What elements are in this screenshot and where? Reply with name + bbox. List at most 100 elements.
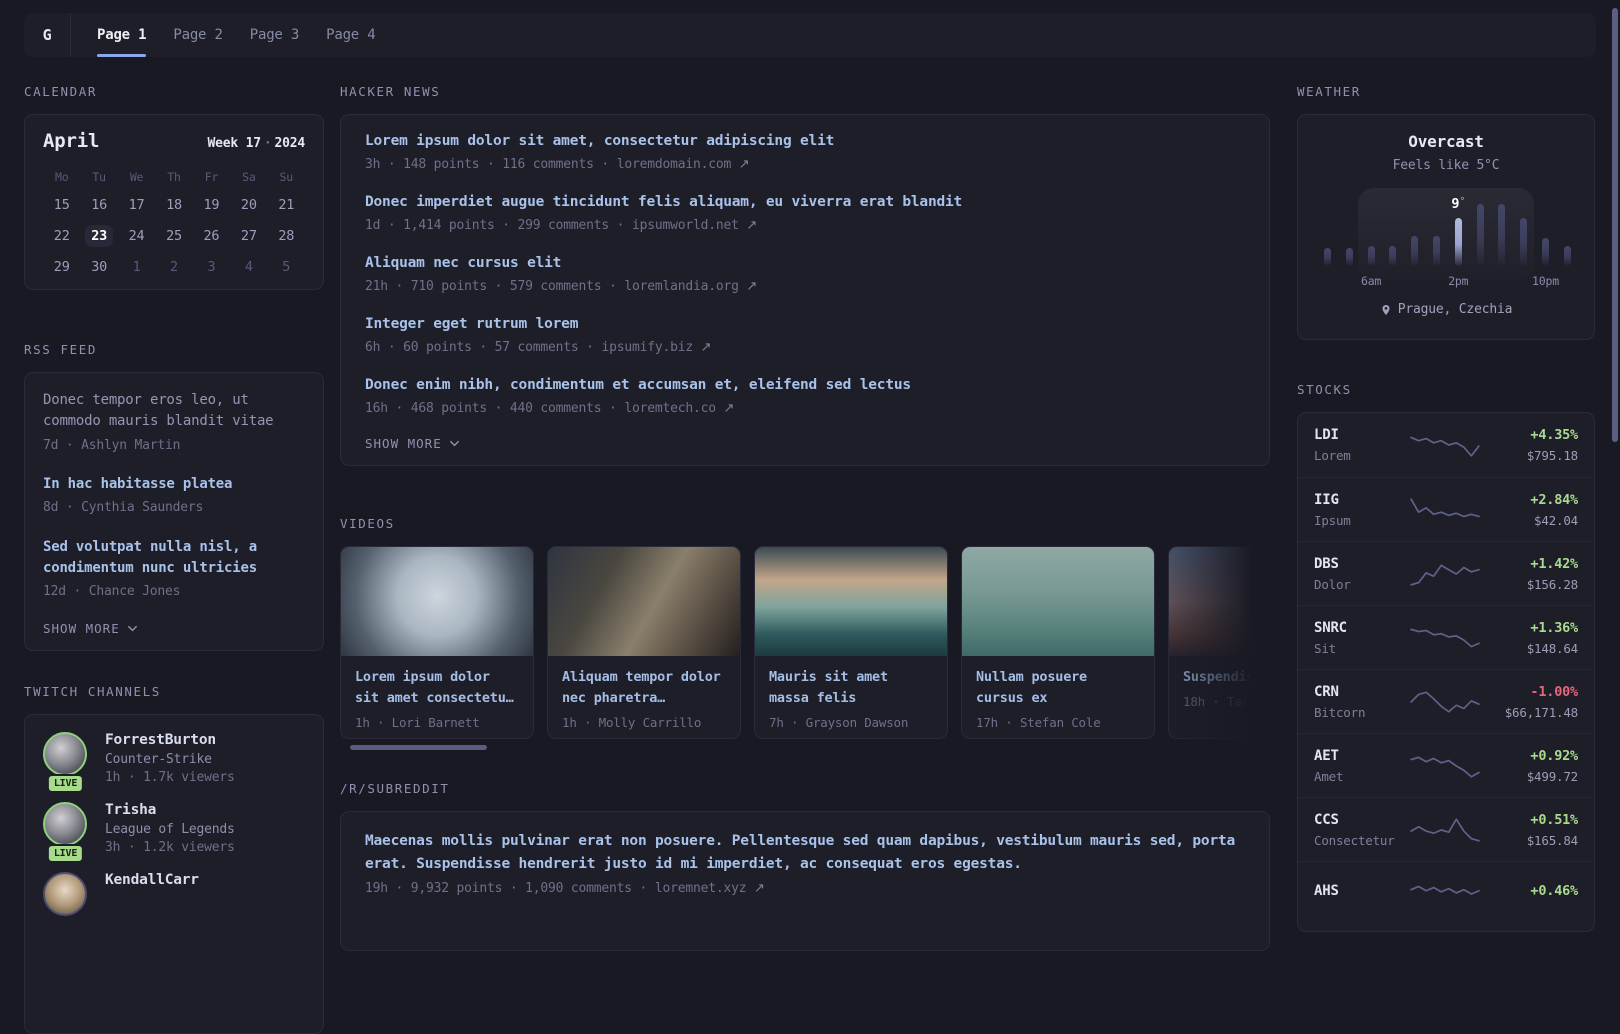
weather-hour-bar <box>1476 204 1484 266</box>
subreddit-widget: Maecenas mollis pulvinar erat non posuer… <box>340 811 1270 952</box>
stock-row: IIG Ipsum +2.84% $42.04 <box>1298 477 1594 541</box>
calendar-day: 26 <box>203 227 220 244</box>
video-thumbnail <box>962 547 1154 657</box>
weather-widget: Overcast Feels like 5°C 9° 6am 2pm 10pm Pra… <box>1297 114 1595 340</box>
video-meta: 1h · Molly Carrillo <box>562 714 702 730</box>
stock-name: Lorem <box>1314 448 1351 463</box>
stock-change: +4.35% <box>1530 427 1578 443</box>
hn-item-domain[interactable]: ipsumify.biz <box>601 340 693 355</box>
channel-name[interactable]: Trisha <box>105 802 235 818</box>
stock-row: CRN Bitcorn -1.00% $66,171.48 <box>1298 669 1594 733</box>
reddit-post-link[interactable]: Maecenas mollis pulvinar erat non posuer… <box>365 830 1245 876</box>
stocks-section-label: STOCKS <box>1297 382 1352 397</box>
hn-item: Aliquam nec cursus elit 21h · 710 points… <box>365 253 1245 294</box>
hn-item-link[interactable]: Donec imperdiet augue tincidunt felis al… <box>365 192 1245 213</box>
daylight-region <box>1358 188 1534 280</box>
calendar-day: 29 <box>53 258 70 275</box>
weather-location: Prague, Czechia <box>1298 302 1594 317</box>
stock-symbol: AET <box>1314 747 1339 764</box>
rss-item-link[interactable]: Donec tempor eros leo, ut commodo mauris… <box>43 390 305 433</box>
video-card[interactable]: Mauris sit amet massa felis 7h · Grayson… <box>754 546 948 740</box>
tab-page-3[interactable]: Page 3 <box>250 13 300 57</box>
hn-item-domain[interactable]: ipsumworld.net <box>632 218 739 233</box>
stock-change: +1.42% <box>1530 555 1578 572</box>
hn-show-more-button[interactable]: SHOW MORE <box>365 436 1245 451</box>
calendar-day: 22 <box>53 227 70 244</box>
stock-symbol: IIG <box>1314 491 1339 508</box>
stock-symbol: CCS <box>1314 811 1339 828</box>
weather-hour-bar <box>1345 248 1353 266</box>
video-card[interactable]: Nullam posuere cursus ex 17h · Stefan Co… <box>961 546 1155 740</box>
stock-price: $156.28 <box>1526 576 1578 592</box>
hn-item-link[interactable]: Aliquam nec cursus elit <box>365 253 1245 274</box>
hn-item-link[interactable]: Lorem ipsum dolor sit amet, consectetur … <box>365 131 1245 152</box>
day-header: Mo <box>54 170 69 184</box>
video-card[interactable]: Suspendisse diam 18h · Tara <box>1168 546 1270 740</box>
twitch-channel-row[interactable]: LIVE ForrestBurton Counter-Strike 1h · 1… <box>43 731 305 793</box>
rss-feed-widget: Donec tempor eros leo, ut commodo mauris… <box>24 372 324 651</box>
channel-avatar <box>43 731 87 776</box>
stock-symbol: SNRC <box>1314 619 1347 636</box>
page-scrollbar[interactable] <box>1612 8 1618 442</box>
stock-name: Sit <box>1314 640 1336 656</box>
video-title: Mauris sit amet massa felis <box>769 669 888 706</box>
external-link-icon: ↗ <box>700 340 712 356</box>
hn-item-meta: 16h · 468 points · 440 comments · loremt… <box>365 401 735 417</box>
calendar-day: 15 <box>53 196 70 213</box>
location-pin-icon <box>1382 304 1390 315</box>
stock-price: $795.18 <box>1526 448 1578 463</box>
stock-row: LDI Lorem +4.35% $795.18 <box>1298 413 1594 477</box>
hn-item-domain[interactable]: loremtech.co <box>624 401 716 416</box>
video-thumbnail <box>755 547 947 657</box>
hn-item-domain[interactable]: loremdomain.com <box>617 157 732 172</box>
stock-symbol: CRN <box>1314 683 1339 700</box>
avatar <box>43 871 91 916</box>
hn-item-domain[interactable]: loremlandia.org <box>624 279 739 294</box>
rss-show-more-button[interactable]: SHOW MORE <box>43 621 305 636</box>
carousel-scrollbar[interactable] <box>350 745 487 751</box>
weather-hour-bar <box>1433 236 1440 266</box>
tab-page-1[interactable]: Page 1 <box>97 13 147 57</box>
calendar-day: 30 <box>91 258 108 275</box>
calendar-day: 25 <box>166 227 182 244</box>
video-title: Nullam posuere cursus ex <box>976 669 1087 706</box>
stock-price: $148.64 <box>1526 640 1578 656</box>
video-card[interactable]: Aliquam tempor dolor nec pharetra… 1h · … <box>547 546 741 740</box>
reddit-post-domain[interactable]: loremnet.xyz <box>655 881 747 896</box>
stock-price: $165.84 <box>1526 832 1578 848</box>
stock-sparkline <box>1410 756 1480 778</box>
channel-name[interactable]: ForrestBurton <box>105 732 235 748</box>
channel-game: League of Legends <box>105 821 235 837</box>
live-badge: LIVE <box>46 843 85 863</box>
channel-name[interactable]: KendallCarr <box>105 872 199 888</box>
twitch-channel-row[interactable]: LIVE Trisha League of Legends 3h · 1.2k … <box>43 801 305 863</box>
weather-time-label: 6am <box>1361 274 1382 288</box>
hn-item-link[interactable]: Integer eget rutrum lorem <box>365 314 1245 335</box>
chevron-down-icon <box>449 440 459 447</box>
hn-item-meta: 6h · 60 points · 57 comments · ipsumify.… <box>365 340 712 356</box>
app-logo[interactable]: G <box>24 13 71 57</box>
video-card[interactable]: Lorem ipsum dolor sit amet consectetu… 1… <box>340 546 534 740</box>
video-meta: 17h · Stefan Cole <box>976 714 1101 730</box>
right-column: WEATHER Overcast Feels like 5°C 9° 6am 2pm… <box>1297 84 1595 932</box>
hn-item-link[interactable]: Donec enim nibh, condimentum et accumsan… <box>365 375 1245 396</box>
page-tabs: Page 1 Page 2 Page 3 Page 4 <box>71 13 376 57</box>
stock-sparkline <box>1410 817 1480 842</box>
rss-item-link[interactable]: Sed volutpat nulla nisl, a condimentum n… <box>43 537 305 580</box>
stock-symbol: DBS <box>1314 555 1339 572</box>
reddit-post-meta: 19h · 9,932 points · 1,090 comments · lo… <box>365 881 765 897</box>
weather-hour-bar <box>1411 236 1419 266</box>
calendar-grid: Mo Tu We Th Fr Sa Su 15 16 17 18 19 20 2… <box>43 165 305 282</box>
twitch-channel-row[interactable]: KendallCarr <box>43 871 305 916</box>
rss-item-meta: 8d · Cynthia Saunders <box>43 500 204 516</box>
hn-item-meta: 21h · 710 points · 579 comments · loreml… <box>365 279 758 295</box>
tab-page-4[interactable]: Page 4 <box>326 13 376 57</box>
channel-avatar <box>43 871 87 916</box>
stock-change: +0.51% <box>1530 811 1578 828</box>
tab-page-2[interactable]: Page 2 <box>173 13 223 57</box>
hn-item-meta: 1d · 1,414 points · 299 comments · ipsum… <box>365 218 758 234</box>
calendar-week-year: Week 17 · 2024 <box>207 136 305 151</box>
calendar-day-next-month: 4 <box>244 258 253 275</box>
left-column: CALENDAR April Week 17 · 2024 Mo Tu We Th … <box>24 84 324 1034</box>
rss-item-link[interactable]: In hac habitasse platea <box>43 474 305 495</box>
